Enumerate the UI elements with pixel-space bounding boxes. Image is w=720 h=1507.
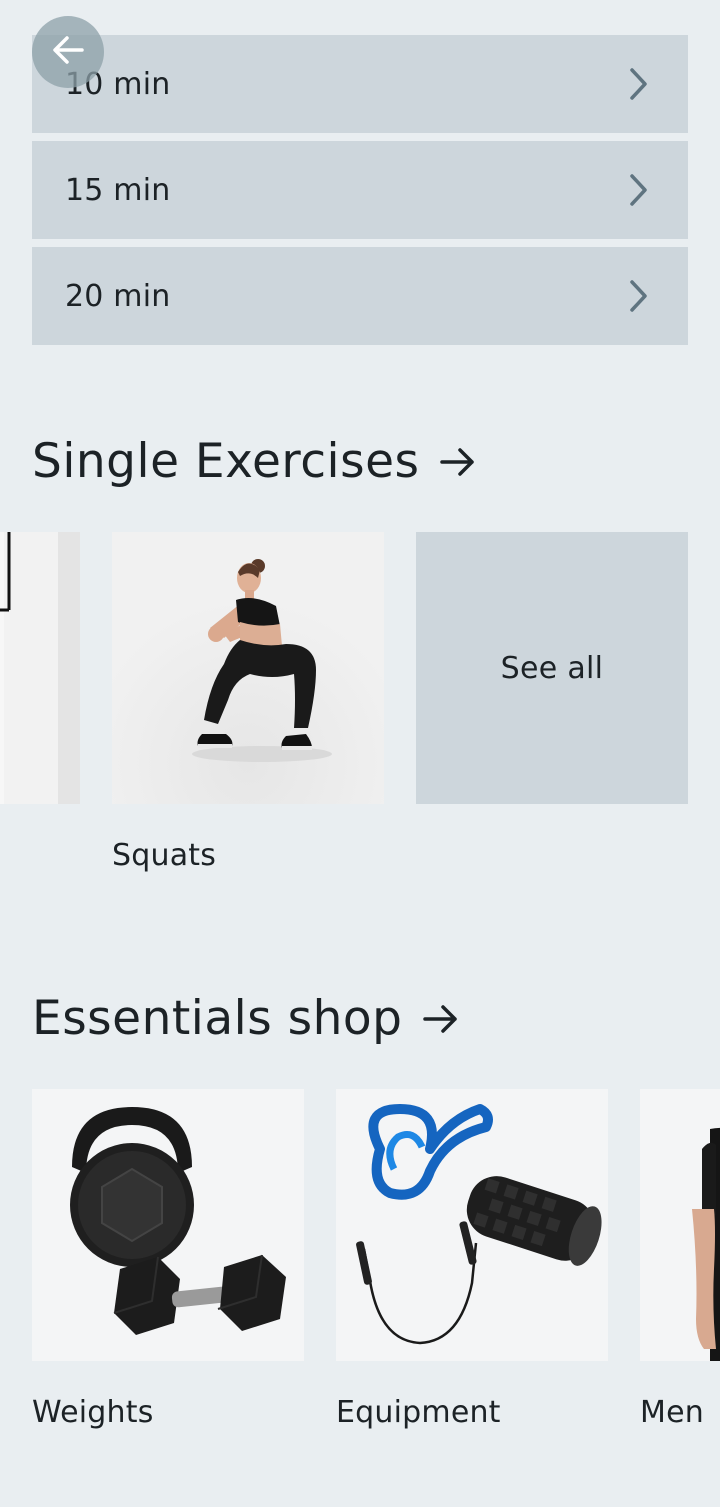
duration-row-15[interactable]: 15 min bbox=[32, 141, 688, 239]
weights-image bbox=[32, 1089, 304, 1361]
essentials-shop-heading[interactable]: Essentials shop bbox=[32, 991, 461, 1046]
shop-label-men: Men bbox=[640, 1395, 704, 1430]
equipment-image bbox=[336, 1089, 608, 1361]
shop-card-weights[interactable]: Weights bbox=[32, 1089, 304, 1430]
exercise-carousel[interactable]: Squats See all bbox=[0, 532, 720, 892]
shop-label-equipment: Equipment bbox=[336, 1395, 501, 1430]
duration-label: 15 min bbox=[65, 172, 171, 208]
shop-carousel[interactable]: Weights Equipment Men bbox=[0, 1089, 720, 1449]
duration-label: 20 min bbox=[65, 278, 171, 314]
exercise-card[interactable] bbox=[0, 532, 80, 838]
arrow-right-icon bbox=[438, 442, 478, 482]
exercise-card-squats[interactable]: Squats bbox=[112, 532, 384, 873]
duration-row-10[interactable]: 10 min bbox=[32, 35, 688, 133]
exercise-image-squats bbox=[112, 532, 384, 804]
see-all-card[interactable]: See all bbox=[416, 532, 688, 804]
back-arrow-icon bbox=[48, 30, 88, 74]
chevron-right-icon bbox=[624, 277, 652, 315]
single-exercises-title: Single Exercises bbox=[32, 434, 420, 489]
exercise-image bbox=[0, 532, 80, 804]
shop-label-weights: Weights bbox=[32, 1395, 154, 1430]
men-image bbox=[640, 1089, 720, 1361]
duration-list: 10 min 15 min 20 min bbox=[32, 35, 688, 353]
shop-card-equipment[interactable]: Equipment bbox=[336, 1089, 608, 1430]
exercise-label-squats: Squats bbox=[112, 838, 217, 873]
back-button[interactable] bbox=[32, 16, 104, 88]
chevron-right-icon bbox=[624, 171, 652, 209]
single-exercises-heading[interactable]: Single Exercises bbox=[32, 434, 478, 489]
arrow-right-icon bbox=[421, 999, 461, 1039]
duration-row-20[interactable]: 20 min bbox=[32, 247, 688, 345]
shop-card-men[interactable]: Men bbox=[640, 1089, 720, 1430]
see-all-label: See all bbox=[500, 650, 604, 686]
chevron-right-icon bbox=[624, 65, 652, 103]
page: 10 min 15 min 20 min Single Exercises Sq… bbox=[0, 0, 720, 1507]
see-all-button[interactable]: See all bbox=[416, 532, 688, 804]
essentials-shop-title: Essentials shop bbox=[32, 991, 403, 1046]
